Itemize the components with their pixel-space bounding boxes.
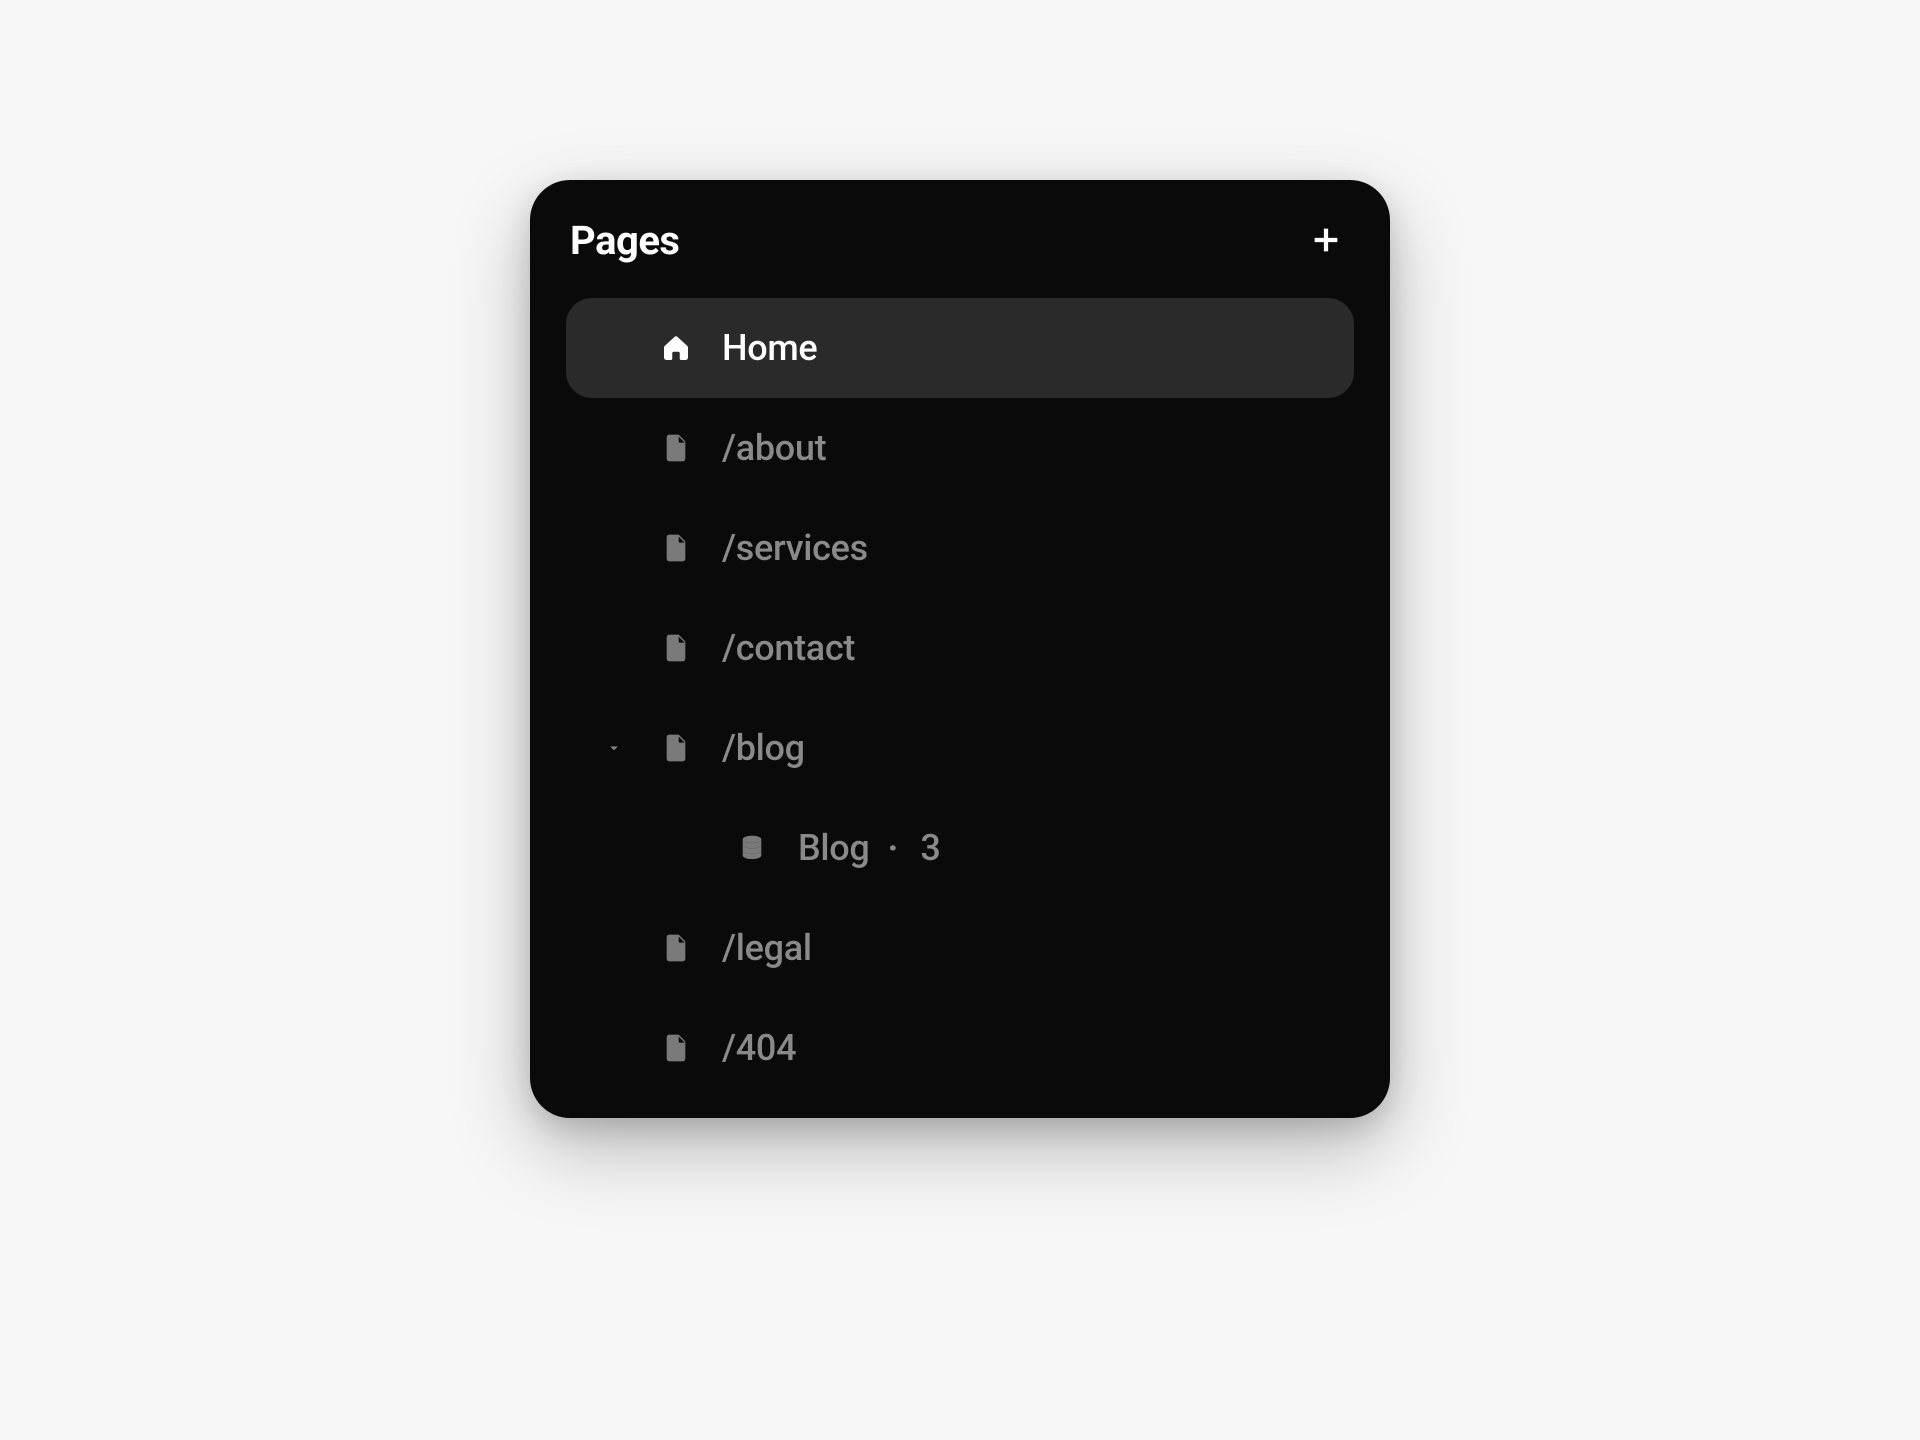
add-page-button[interactable] [1302, 216, 1350, 264]
home-icon [658, 330, 694, 366]
page-label: Blog [798, 827, 870, 869]
page-item-blog[interactable]: /blog [566, 698, 1354, 798]
page-item-blog-collection[interactable]: Blog · 3 [566, 798, 1354, 898]
page-count: 3 [920, 827, 940, 869]
page-item-contact[interactable]: /contact [566, 598, 1354, 698]
file-icon [658, 730, 694, 766]
file-icon [658, 930, 694, 966]
page-item-404[interactable]: /404 [566, 998, 1354, 1098]
page-label: /contact [722, 627, 855, 669]
page-label: Home [722, 327, 817, 369]
file-icon [658, 1030, 694, 1066]
page-item-legal[interactable]: /legal [566, 898, 1354, 998]
page-item-services[interactable]: /services [566, 498, 1354, 598]
separator-dot: · [888, 830, 899, 866]
panel-title: Pages [570, 217, 679, 264]
page-list: Home /about /services [566, 298, 1354, 1098]
pages-panel: Pages Home /about [530, 180, 1390, 1118]
panel-header: Pages [566, 216, 1354, 298]
page-item-home[interactable]: Home [566, 298, 1354, 398]
page-label: /about [722, 427, 826, 469]
page-item-about[interactable]: /about [566, 398, 1354, 498]
file-icon [658, 530, 694, 566]
database-icon [734, 830, 770, 866]
chevron-down-icon[interactable] [602, 736, 626, 760]
page-label: /blog [722, 727, 805, 769]
plus-icon [1309, 223, 1343, 257]
page-label: /legal [722, 927, 812, 969]
file-icon [658, 630, 694, 666]
page-label: /services [722, 527, 868, 569]
file-icon [658, 430, 694, 466]
page-label: /404 [722, 1027, 796, 1069]
